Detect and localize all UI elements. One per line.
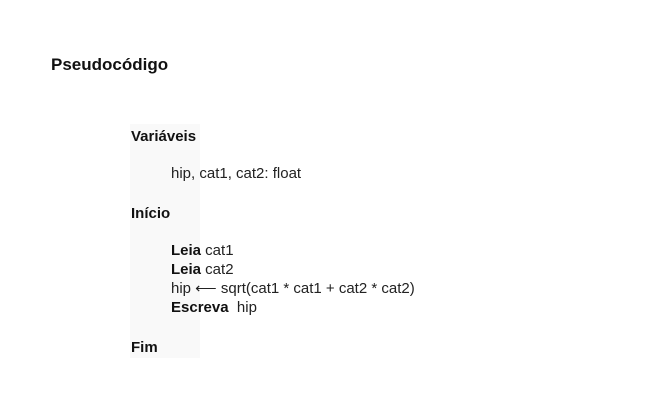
variables-heading: Variáveis [131, 128, 197, 145]
end-heading: Fim [131, 339, 158, 356]
statement-text: hip ⟵ sqrt(cat1 * cat1 + cat2 * cat2) [171, 280, 415, 297]
statement-line: hip ⟵ sqrt(cat1 * cat1 + cat2 * cat2) [171, 279, 415, 298]
start-heading: Início [131, 205, 171, 222]
statement-line: Leia cat1 [171, 241, 415, 260]
statement-keyword: Leia [171, 242, 202, 259]
statement-text: cat2 [201, 261, 234, 278]
statement-text: cat1 [201, 242, 234, 259]
page-title: Pseudocódigo [51, 55, 169, 74]
statements-block: Leia cat1 Leia cat2 hip ⟵ sqrt(cat1 * ca… [171, 241, 415, 317]
statement-keyword: Escreva [171, 299, 229, 316]
statement-text: hip [228, 299, 257, 316]
variables-declaration: hip, cat1, cat2: float [171, 165, 302, 182]
statement-line: Escreva hip [171, 298, 415, 317]
statement-line: Leia cat2 [171, 260, 415, 279]
statement-keyword: Leia [171, 261, 202, 278]
